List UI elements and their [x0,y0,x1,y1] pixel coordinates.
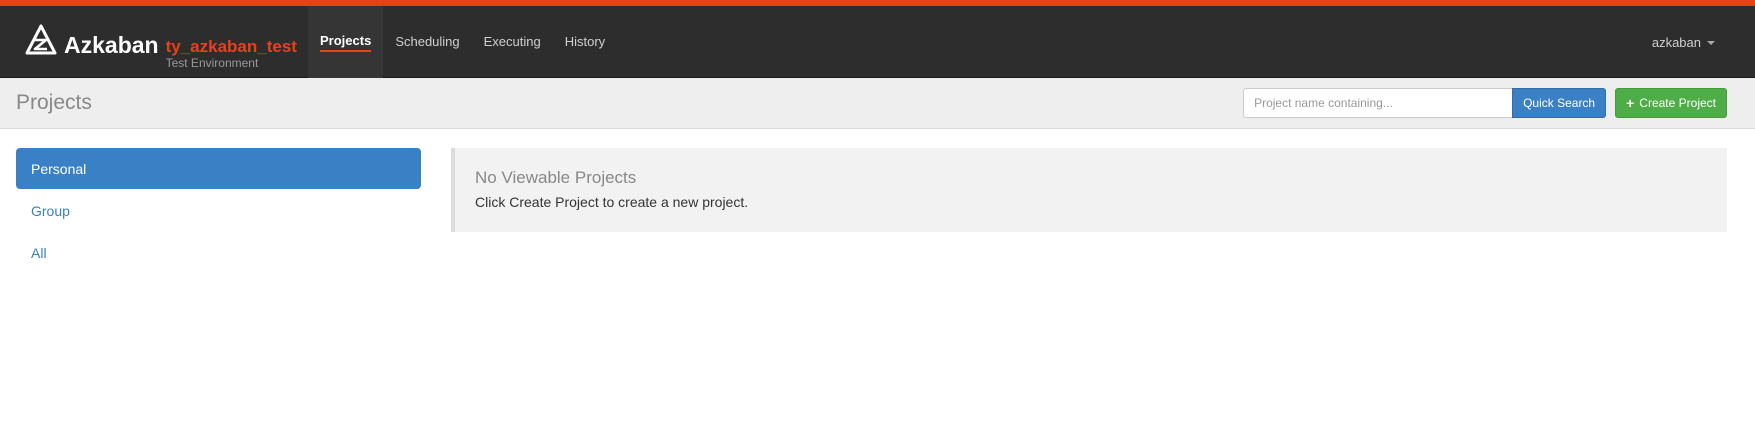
sidebar-item-label: Group [31,202,70,219]
nav-history-label: History [564,33,606,49]
sidebar-item-label: Personal [31,160,87,177]
sidebar-item-personal[interactable]: Personal [16,148,421,189]
environment-name: ty_azkaban_test [165,37,297,56]
create-project-button[interactable]: + Create Project [1615,88,1727,118]
nav-scheduling[interactable]: Scheduling [383,6,471,78]
nav-history[interactable]: History [553,6,617,78]
nav-executing-label: Executing [483,33,541,49]
sidebar-item-label: All [31,244,47,261]
nav-executing[interactable]: Executing [472,6,553,78]
page-title: Projects [16,91,92,114]
content-area: Personal Group All No Viewable Projects … [0,129,1755,442]
brand-name: Azkaban [64,32,159,58]
user-menu[interactable]: azkaban [1652,6,1715,78]
empty-state-message: Click Create Project to create a new pro… [475,194,749,210]
environment-info: ty_azkaban_test Test Environment [166,38,297,70]
sidebar-item-group[interactable]: Group [16,190,421,231]
empty-state-title: No Viewable Projects [475,168,637,187]
nav-projects-label: Projects [320,33,372,52]
nav-scheduling-label: Scheduling [395,33,460,49]
azkaban-logo-icon [25,24,57,55]
user-name: azkaban [1651,34,1701,50]
brand[interactable]: Azkaban ty_azkaban_test Test Environment [24,20,297,70]
project-filter-sidebar: Personal Group All [16,148,421,274]
sidebar-item-all[interactable]: All [16,232,421,273]
quick-search-button[interactable]: Quick Search [1512,88,1607,118]
create-project-label: Create Project [1639,96,1716,110]
main-nav: Projects Scheduling Executing History [308,6,617,78]
plus-icon: + [1626,95,1635,111]
empty-projects-panel: No Viewable Projects Click Create Projec… [451,148,1727,232]
environment-description: Test Environment [165,56,259,70]
nav-projects[interactable]: Projects [308,6,384,78]
top-navbar: Azkaban ty_azkaban_test Test Environment… [0,6,1755,78]
page-header: Projects Quick Search + Create Project [0,78,1755,129]
caret-down-icon [1707,41,1715,45]
project-search-input[interactable] [1243,88,1513,118]
header-actions: Quick Search + Create Project [1243,88,1727,118]
